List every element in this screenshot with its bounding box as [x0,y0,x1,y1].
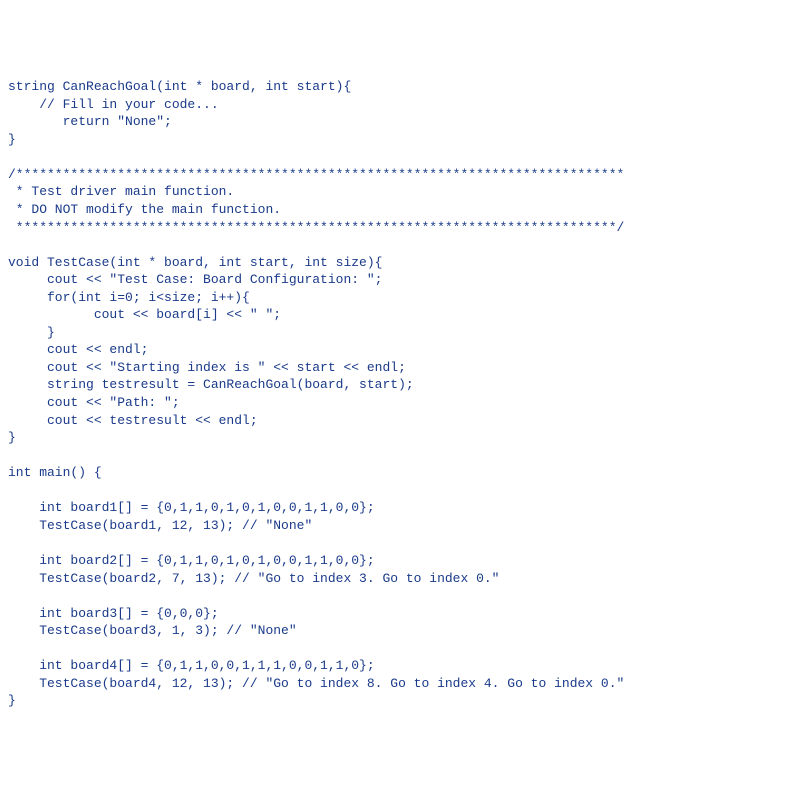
code-line: TestCase(board4, 12, 13); // "Go to inde… [8,676,624,691]
code-line: int board3[] = {0,0,0}; [8,606,219,621]
code-line: int board4[] = {0,1,1,0,0,1,1,1,0,0,1,1,… [8,658,375,673]
code-line: return "None"; [8,114,172,129]
code-line: string CanReachGoal(int * board, int sta… [8,79,351,94]
code-line: cout << "Starting index is " << start <<… [8,360,406,375]
code-line: /***************************************… [8,167,624,182]
code-line: int main() { [8,465,102,480]
code-line: } [8,430,16,445]
code-line: for(int i=0; i<size; i++){ [8,290,250,305]
code-line: void TestCase(int * board, int start, in… [8,255,382,270]
code-line: cout << "Path: "; [8,395,180,410]
code-block: string CanReachGoal(int * board, int sta… [8,78,780,710]
code-line: } [8,325,55,340]
code-line: string testresult = CanReachGoal(board, … [8,377,414,392]
code-line: TestCase(board3, 1, 3); // "None" [8,623,297,638]
code-line: TestCase(board1, 12, 13); // "None" [8,518,312,533]
code-line: * DO NOT modify the main function. [8,202,281,217]
code-line: int board2[] = {0,1,1,0,1,0,1,0,0,1,1,0,… [8,553,375,568]
code-line: cout << endl; [8,342,148,357]
code-line: * Test driver main function. [8,184,234,199]
code-line: ****************************************… [8,220,624,235]
code-line: TestCase(board2, 7, 13); // "Go to index… [8,571,499,586]
code-line: } [8,132,16,147]
code-line: cout << board[i] << " "; [8,307,281,322]
code-line: int board1[] = {0,1,1,0,1,0,1,0,0,1,1,0,… [8,500,375,515]
code-line: // Fill in your code... [8,97,219,112]
code-line: } [8,693,16,708]
code-line: cout << "Test Case: Board Configuration:… [8,272,382,287]
code-line: cout << testresult << endl; [8,413,258,428]
